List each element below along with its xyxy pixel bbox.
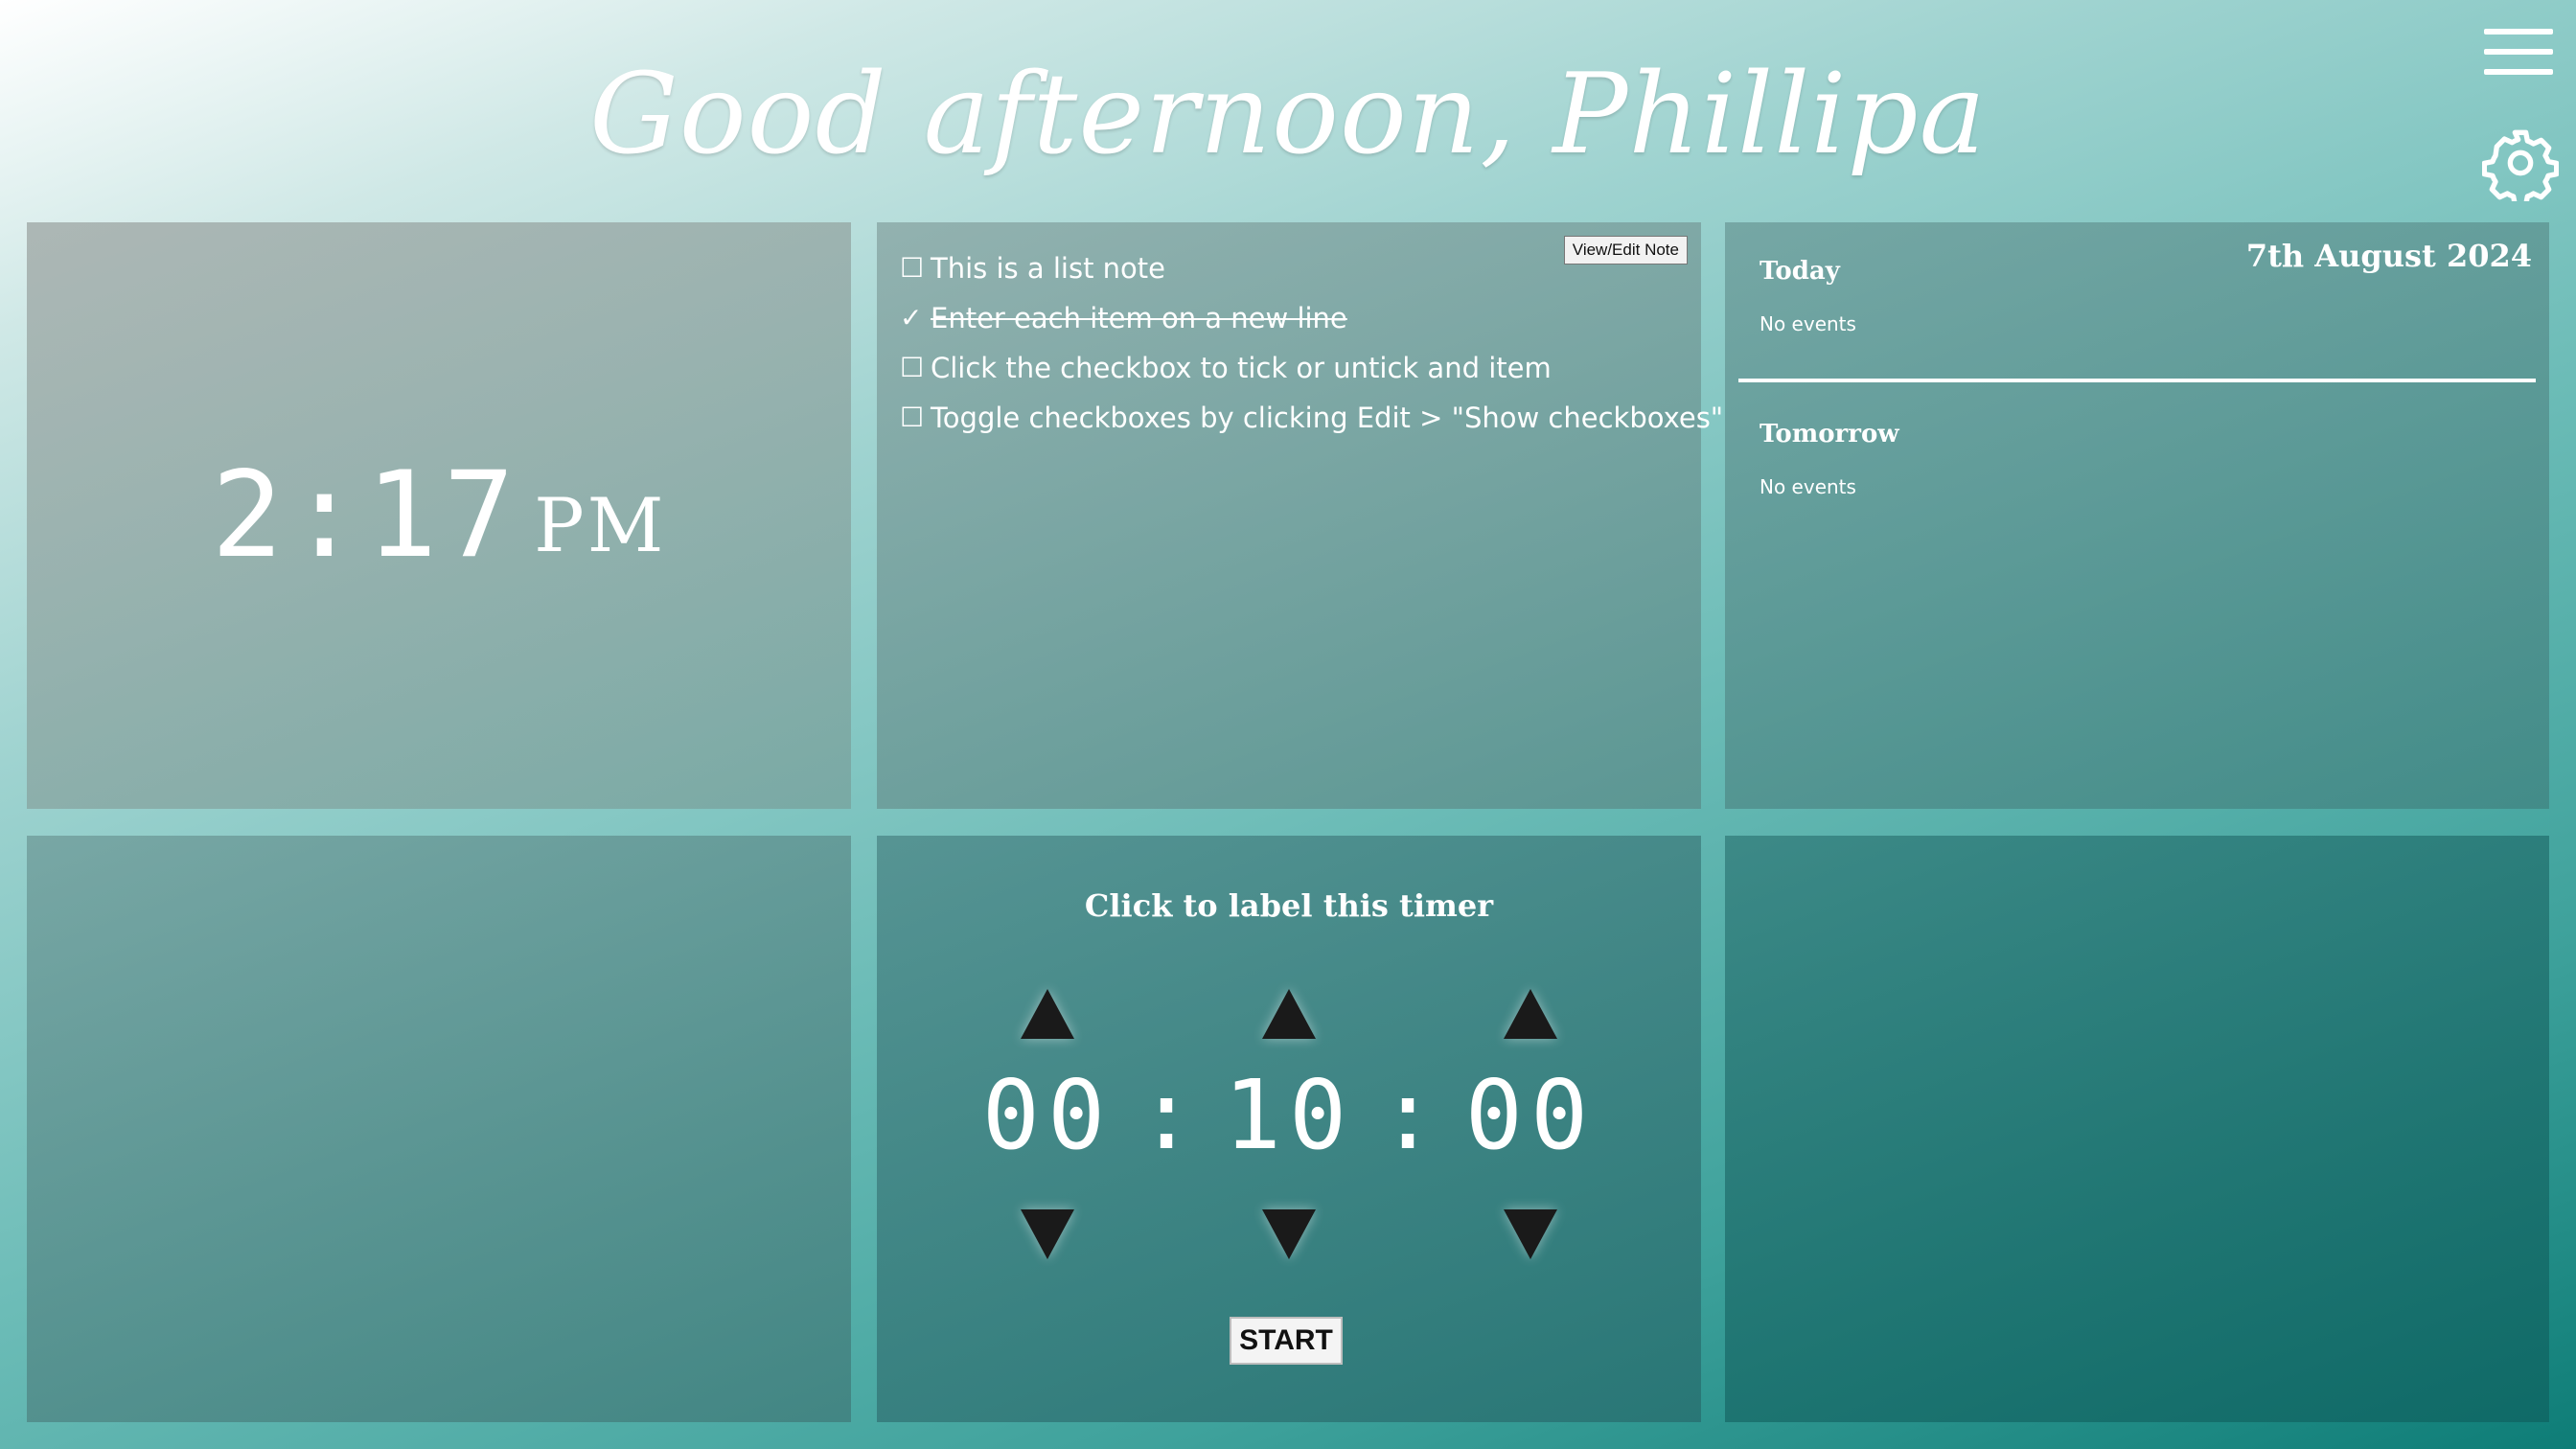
hours-up-arrow-icon[interactable] [1021,989,1074,1039]
gear-icon-graphic [2481,129,2560,208]
timer-hours: 00 [981,1059,1114,1171]
hours-down-arrow-icon[interactable] [1021,1209,1074,1259]
timer-display: 00 : 10 : 00 [877,1058,1701,1173]
checkbox[interactable]: ☐ [900,343,925,393]
note-list: ☐ This is a list note ✓ Enter each item … [900,243,1723,443]
timer-label[interactable]: Click to label this timer [877,887,1701,924]
menu-bar [2484,69,2553,75]
minutes-down-arrow-icon[interactable] [1262,1209,1316,1259]
greeting-title: Good afternoon, Phillipa [589,50,1987,179]
note-item-text: Enter each item on a new line [931,302,1347,334]
minutes-up-arrow-icon[interactable] [1262,989,1316,1039]
calendar-date: 7th August 2024 [2245,238,2532,274]
timer-colon: : [1138,1059,1196,1171]
tomorrow-heading: Tomorrow [1760,420,1899,448]
start-button[interactable]: START [1230,1317,1343,1365]
today-heading: Today [1760,257,1840,286]
clock: 2:17 PM [27,222,851,809]
note-item: ☐ This is a list note [900,243,1723,293]
note-item: ☐ Toggle checkboxes by clicking Edit > "… [900,393,1723,443]
seconds-down-arrow-icon[interactable] [1504,1209,1557,1259]
note-item: ✓ Enter each item on a new line [900,293,1723,343]
hamburger-menu-icon[interactable] [2484,27,2553,77]
tomorrow-events: No events [1760,475,1856,498]
empty-panel [1725,836,2549,1422]
clock-ampm: PM [534,483,667,569]
menu-bar [2484,49,2553,55]
note-item-text: Toggle checkboxes by clicking Edit > "Sh… [931,402,1724,434]
menu-bar [2484,29,2553,34]
empty-panel [27,836,851,1422]
note-item-text: Click the checkbox to tick or untick and… [931,352,1552,384]
checkbox[interactable]: ☐ [900,243,925,293]
today-events: No events [1760,312,1856,335]
note-panel: View/Edit Note ☐ This is a list note ✓ E… [877,222,1723,809]
timer-panel: Click to label this timer 00 : 10 : 00 S… [877,836,1701,1422]
calendar-panel: 7th August 2024 Today No events Tomorrow… [1725,222,2549,809]
clock-panel: 2:17 PM [27,222,851,809]
checkbox[interactable]: ☐ [900,393,925,443]
timer-minutes: 10 [1223,1059,1355,1171]
note-item-text: This is a list note [931,252,1165,285]
timer-seconds: 00 [1464,1059,1597,1171]
timer-colon: : [1379,1059,1438,1171]
calendar-divider [1738,379,2536,382]
clock-time: 2:17 [211,447,521,585]
seconds-up-arrow-icon[interactable] [1504,989,1557,1039]
note-item: ☐ Click the checkbox to tick or untick a… [900,343,1723,393]
checkbox-checked[interactable]: ✓ [900,293,925,343]
gear-icon[interactable] [2481,125,2560,208]
